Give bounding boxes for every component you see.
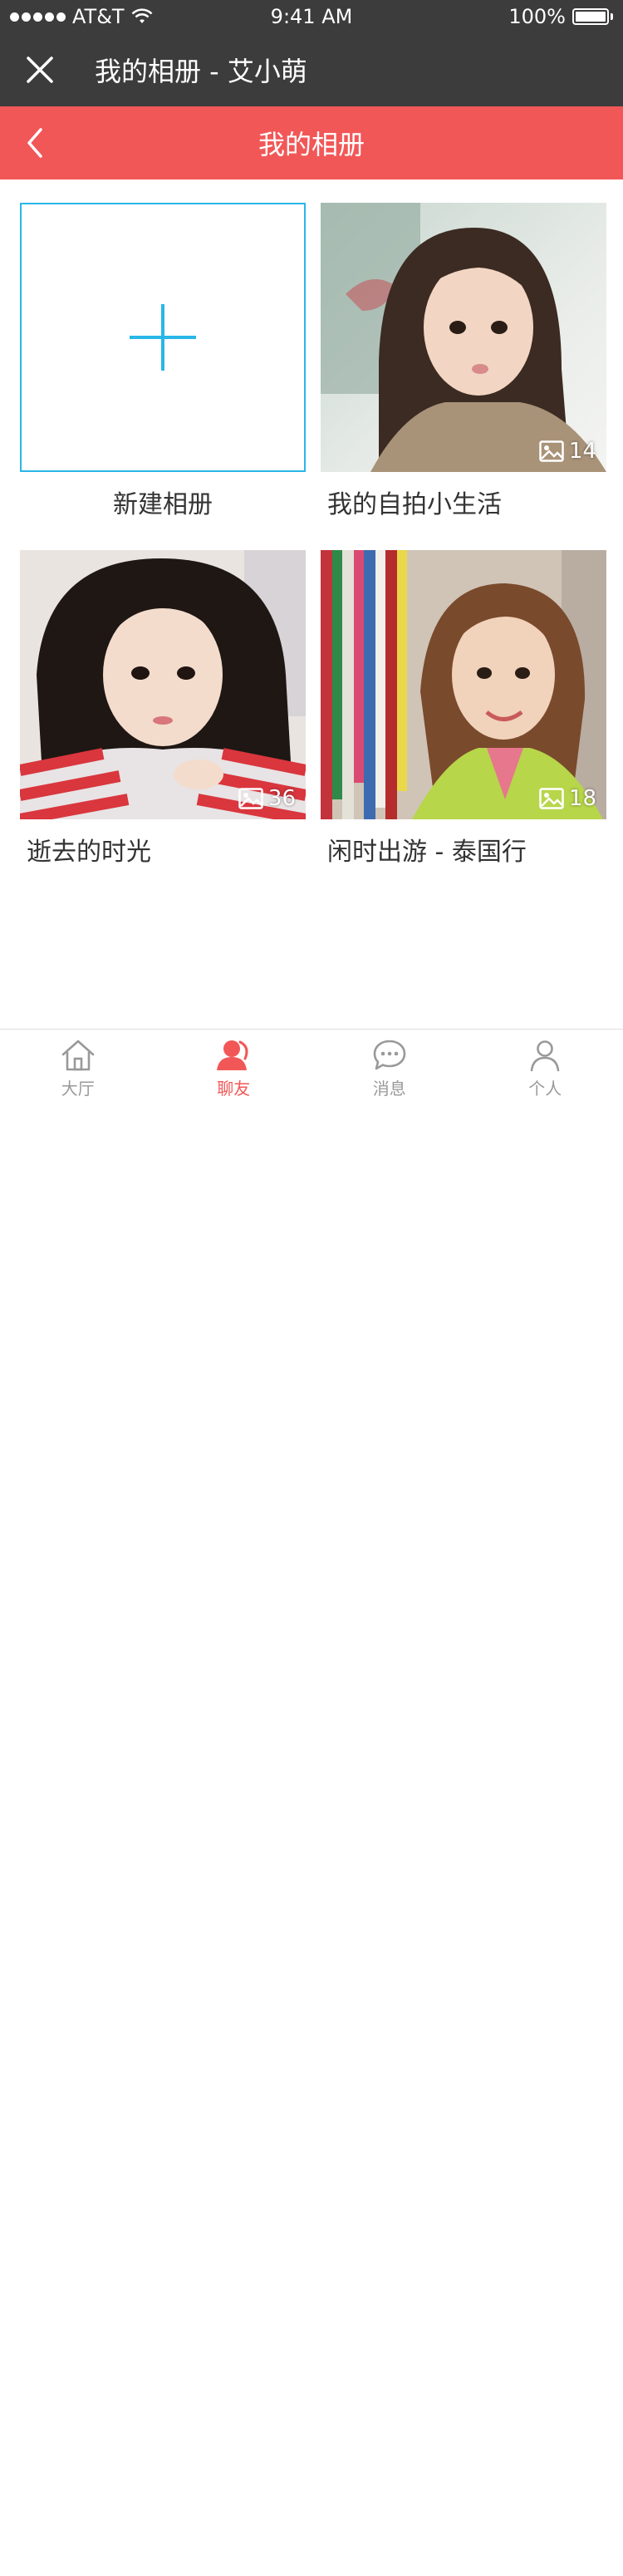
album-cover-image: [20, 550, 306, 819]
bottom-tab-bar: 大厅 聊友 消息 个人: [0, 1029, 623, 1109]
back-button[interactable]: [0, 106, 70, 179]
signal-strength-icon: [10, 12, 66, 22]
photo-count-badge: 14: [539, 439, 596, 464]
album-name: 我的自拍小生活: [327, 490, 502, 519]
album-name: 逝去的时光: [27, 838, 151, 867]
album-cover-photo[interactable]: 14: [321, 203, 606, 472]
close-icon: [27, 57, 53, 83]
image-icon: [539, 788, 564, 809]
album-name: 新建相册: [113, 490, 213, 519]
album-item[interactable]: 18 闲时出游 - 泰国行: [321, 550, 606, 868]
album-cover-photo[interactable]: 36: [20, 550, 306, 819]
status-left: AT&T: [10, 5, 153, 28]
close-button[interactable]: [0, 33, 80, 106]
tab-label: 大厅: [61, 1079, 95, 1099]
window-title-bar: 我的相册 - 艾小萌: [0, 33, 623, 106]
album-item[interactable]: 36 逝去的时光: [20, 550, 306, 868]
plus-icon: [130, 304, 196, 371]
tab-label: 消息: [372, 1079, 406, 1099]
album-item-new[interactable]: 新建相册: [20, 203, 306, 520]
battery-percent: 100%: [508, 5, 566, 28]
wifi-icon: [131, 8, 153, 23]
album-cover-photo[interactable]: 18: [321, 550, 606, 819]
photo-count-badge: 18: [539, 786, 596, 811]
page-title: 我的相册: [258, 129, 365, 160]
album-cover-image: [321, 203, 606, 472]
photo-count: 14: [568, 439, 596, 464]
carrier-label: AT&T: [72, 5, 125, 28]
photo-count-badge: 36: [238, 786, 296, 811]
status-right: 100%: [508, 5, 613, 28]
nav-header: 我的相册: [0, 106, 623, 179]
tab-label: 聊友: [217, 1079, 251, 1099]
image-icon: [539, 440, 564, 462]
message-icon: [373, 1040, 406, 1070]
album-item[interactable]: 14 我的自拍小生活: [321, 203, 606, 520]
chevron-left-icon: [27, 128, 42, 158]
person-icon: [530, 1040, 560, 1072]
status-bar: AT&T 9:41 AM 100%: [0, 0, 623, 33]
tab-label: 个人: [528, 1079, 562, 1099]
tab-messages[interactable]: 消息: [312, 1030, 468, 1109]
window-title: 我的相册 - 艾小萌: [95, 56, 307, 87]
app-root: AT&T 9:41 AM 100% 我的相册 - 艾小萌 我的相册 新建相册 1…: [0, 0, 623, 2576]
chat-friend-icon: [217, 1040, 248, 1070]
tab-chat-friends[interactable]: 聊友: [156, 1030, 312, 1109]
album-cover-image: [321, 550, 606, 819]
status-time: 9:41 AM: [270, 5, 353, 28]
photo-count: 36: [267, 786, 296, 811]
album-name: 闲时出游 - 泰国行: [327, 838, 527, 867]
tab-profile[interactable]: 个人: [468, 1030, 623, 1109]
new-album-button[interactable]: [20, 203, 306, 472]
tab-hall[interactable]: 大厅: [0, 1030, 156, 1109]
photo-count: 18: [568, 786, 596, 811]
image-icon: [238, 788, 263, 809]
battery-icon: [572, 8, 613, 25]
home-icon: [61, 1040, 95, 1071]
